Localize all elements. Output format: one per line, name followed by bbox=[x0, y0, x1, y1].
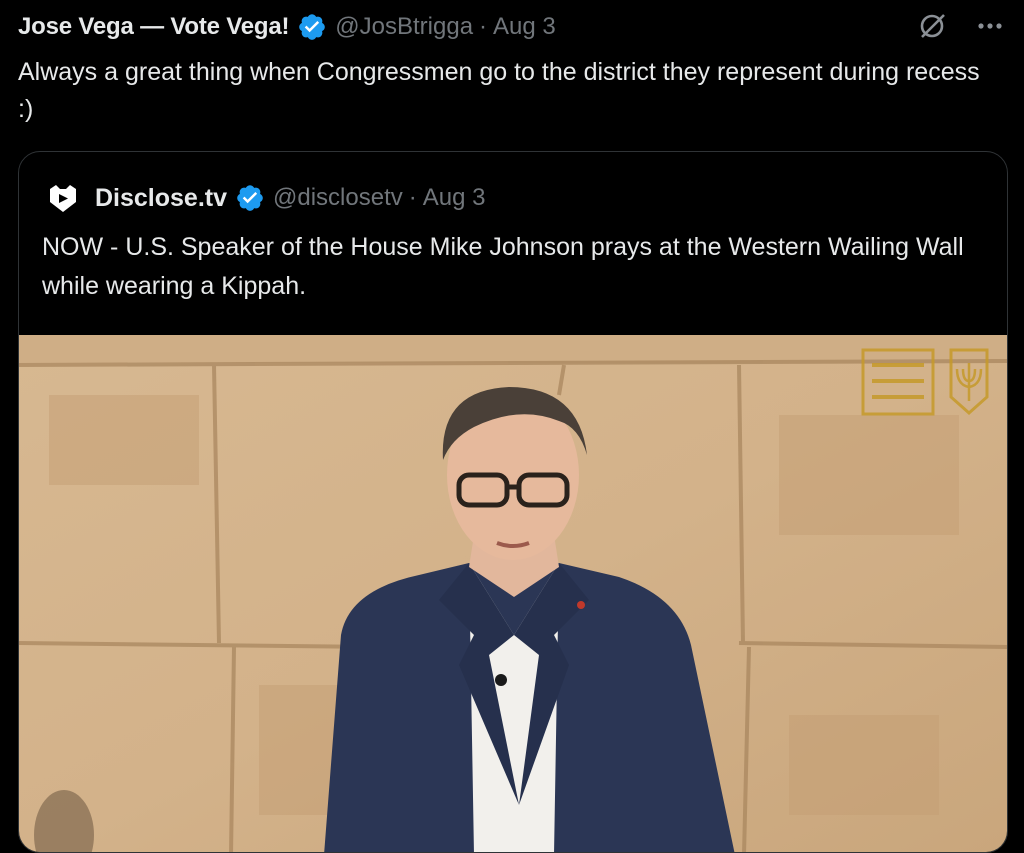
tweet-date[interactable]: Aug 3 bbox=[493, 13, 556, 41]
more-icon[interactable] bbox=[974, 10, 1006, 42]
quoted-text: NOW - U.S. Speaker of the House Mike Joh… bbox=[42, 233, 964, 300]
separator: · bbox=[408, 184, 417, 211]
quoted-author-handle[interactable]: @disclosetv bbox=[273, 184, 403, 212]
tweet-header: Jose Vega — Vote Vega! @JosBtrigga · Aug… bbox=[18, 10, 556, 44]
separator: · bbox=[479, 13, 488, 40]
tweet-text: Always a great thing when Congressmen go… bbox=[18, 58, 980, 123]
quoted-header: Disclose.tv @disclosetv · Aug 3 bbox=[45, 180, 485, 216]
author-handle[interactable]: @JosBtrigga bbox=[335, 13, 473, 41]
video-media[interactable] bbox=[19, 335, 1007, 852]
tweet[interactable]: Jose Vega — Vote Vega! @JosBtrigga · Aug… bbox=[0, 0, 1024, 853]
grok-icon[interactable] bbox=[916, 10, 948, 42]
tweet-actions bbox=[916, 10, 1006, 42]
quoted-tweet[interactable]: Disclose.tv @disclosetv · Aug 3 NOW - U.… bbox=[18, 151, 1008, 853]
verified-badge-icon bbox=[297, 12, 327, 42]
quoted-date[interactable]: Aug 3 bbox=[423, 184, 486, 212]
verified-badge-icon bbox=[235, 183, 265, 213]
disclose-logo-icon[interactable] bbox=[45, 180, 81, 216]
quoted-author-name[interactable]: Disclose.tv bbox=[95, 184, 227, 213]
author-name[interactable]: Jose Vega — Vote Vega! bbox=[18, 13, 289, 41]
